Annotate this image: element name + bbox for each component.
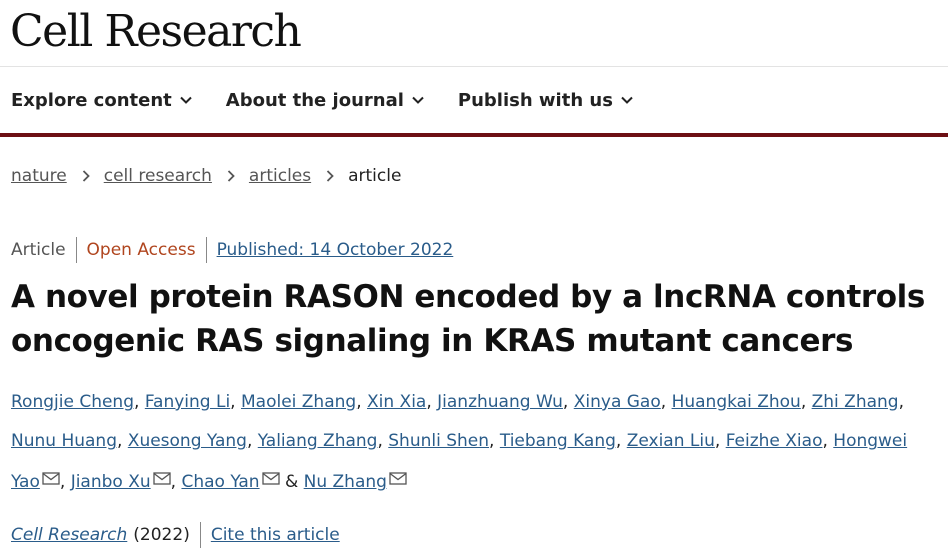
chevron-right-icon	[326, 170, 334, 182]
published-date-link[interactable]: Published: 14 October 2022	[217, 240, 454, 260]
breadcrumb: nature cell research articles article	[11, 166, 401, 186]
nav-publish-with-us[interactable]: Publish with us	[458, 90, 633, 111]
nav-item-label: About the journal	[225, 89, 404, 111]
author-separator: ,	[116, 431, 128, 451]
article-title: A novel protein RASON encoded by a lncRN…	[11, 279, 925, 359]
author-separator: ,	[489, 431, 500, 451]
main-nav: Explore content About the journal Publis…	[0, 67, 948, 137]
author-list: Rongjie Cheng, Fanying Li, Maolei Zhang,…	[11, 383, 936, 502]
citation-line: Cell Research (2022) Cite this article	[11, 522, 340, 548]
author-separator: ,	[230, 392, 241, 412]
author-link[interactable]: Shunli Shen	[388, 431, 489, 451]
author-link[interactable]: Fanying Li	[145, 392, 230, 412]
author-separator: ,	[426, 392, 438, 412]
divider	[75, 237, 77, 263]
author-separator: ,	[898, 392, 904, 412]
author-separator: ,	[377, 431, 389, 451]
breadcrumb-current: article	[348, 166, 402, 186]
author-separator: ,	[822, 431, 834, 451]
chevron-down-icon	[412, 96, 424, 104]
author-link[interactable]: Chao Yan	[181, 472, 259, 492]
author-link[interactable]: Xuesong Yang	[128, 431, 247, 451]
author-link[interactable]: Huangkai Zhou	[672, 392, 801, 412]
author-link[interactable]: Zexian Liu	[627, 431, 715, 451]
author-joiner: &	[279, 472, 304, 492]
nav-item-label: Explore content	[11, 89, 172, 111]
envelope-icon[interactable]	[261, 461, 280, 500]
author-separator: ,	[134, 392, 145, 412]
author-link[interactable]: Feizhe Xiao	[726, 431, 823, 451]
author-separator: ,	[615, 431, 627, 451]
chevron-right-icon	[227, 170, 235, 182]
journal-logo[interactable]: Cell Research	[10, 4, 302, 60]
author-link[interactable]: Jianbo Xu	[71, 472, 151, 492]
envelope-icon[interactable]	[389, 461, 407, 500]
author-separator: ,	[59, 472, 71, 492]
author-link[interactable]: Jianzhuang Wu	[437, 392, 563, 412]
author-link[interactable]: Xinya Gao	[574, 392, 661, 412]
chevron-right-icon	[82, 170, 90, 182]
cite-this-article-link[interactable]: Cite this article	[211, 525, 340, 545]
author-link[interactable]: Xin Xia	[367, 392, 426, 412]
author-link[interactable]: Rongjie Cheng	[11, 392, 134, 412]
publication-year: (2022)	[133, 525, 190, 545]
breadcrumb-link-articles[interactable]: articles	[249, 166, 311, 186]
breadcrumb-link-nature[interactable]: nature	[11, 166, 67, 186]
nav-explore-content[interactable]: Explore content	[11, 90, 192, 111]
open-access-badge: Open Access	[86, 240, 196, 260]
article-type: Article	[11, 240, 66, 260]
site-header: Cell Research Explore content About the …	[0, 0, 948, 137]
article-meta: Article Open Access Published: 14 Octobe…	[11, 237, 453, 263]
author-link[interactable]: Nu Zhang	[304, 472, 387, 492]
nav-item-label: Publish with us	[457, 89, 613, 111]
journal-link[interactable]: Cell Research	[11, 525, 127, 545]
author-link[interactable]: Tiebang Kang	[500, 431, 616, 451]
author-link[interactable]: Nunu Huang	[11, 431, 117, 451]
author-link[interactable]: Maolei Zhang	[241, 392, 356, 412]
author-separator: ,	[714, 431, 726, 451]
chevron-down-icon	[621, 96, 633, 104]
author-separator: ,	[170, 472, 182, 492]
divider	[199, 522, 201, 548]
author-separator: ,	[562, 392, 574, 412]
author-separator: ,	[660, 392, 672, 412]
chevron-down-icon	[180, 96, 192, 104]
author-link[interactable]: Yaliang Zhang	[258, 431, 378, 451]
nav-about-the-journal[interactable]: About the journal	[226, 90, 424, 111]
author-separator: ,	[800, 392, 812, 412]
author-link[interactable]: Zhi Zhang	[812, 392, 899, 412]
author-separator: ,	[356, 392, 367, 412]
envelope-icon[interactable]	[152, 461, 171, 500]
divider	[205, 237, 207, 263]
breadcrumb-link-cell-research[interactable]: cell research	[104, 166, 212, 186]
envelope-icon[interactable]	[42, 461, 60, 500]
masthead: Cell Research	[0, 0, 948, 67]
author-separator: ,	[246, 431, 258, 451]
